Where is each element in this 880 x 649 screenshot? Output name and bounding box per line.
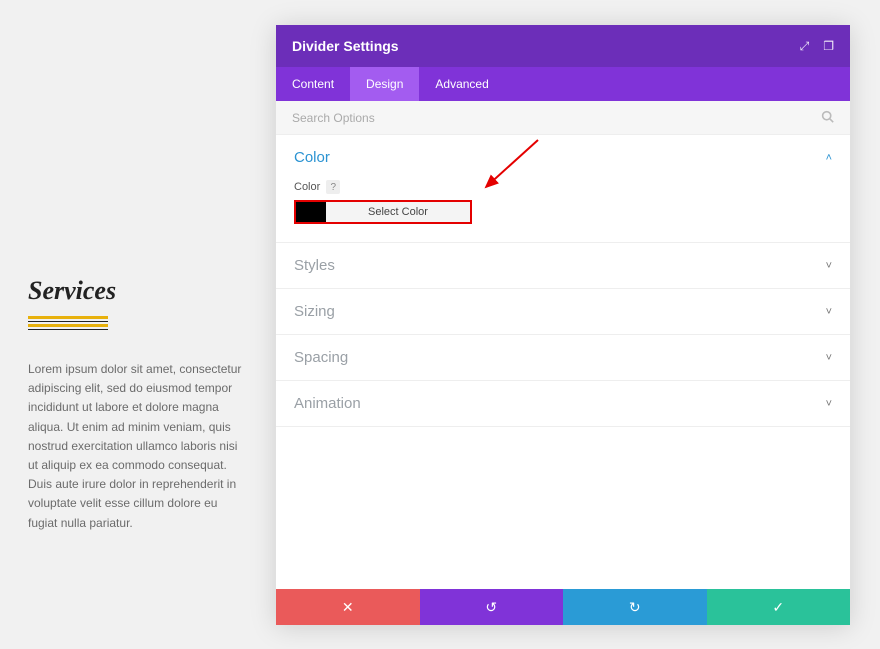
section-sizing-toggle[interactable]: Sizing ˅	[276, 289, 850, 334]
section-color-label: Color	[294, 149, 826, 166]
divider-preview	[28, 316, 108, 330]
panel-icon[interactable]: ❐	[823, 39, 834, 54]
settings-body: Color ˄ Color ? Select Color Styles ˅	[276, 135, 850, 589]
undo-icon: ↺	[485, 599, 497, 616]
chevron-down-icon: ˅	[826, 306, 832, 318]
section-sizing-label: Sizing	[294, 303, 826, 320]
preview-body-text: Lorem ipsum dolor sit amet, consectetur …	[28, 360, 246, 533]
section-color: Color ˄ Color ? Select Color	[276, 135, 850, 243]
chevron-down-icon: ˅	[826, 398, 832, 410]
tab-content[interactable]: Content	[276, 67, 350, 101]
section-sizing: Sizing ˅	[276, 289, 850, 335]
section-styles-toggle[interactable]: Styles ˅	[276, 243, 850, 288]
modal-header[interactable]: Divider Settings ⤢ ❐	[276, 25, 850, 67]
section-animation-toggle[interactable]: Animation ˅	[276, 381, 850, 426]
redo-button[interactable]: ↻	[563, 589, 707, 625]
section-styles: Styles ˅	[276, 243, 850, 289]
redo-icon: ↻	[629, 599, 641, 616]
section-animation: Animation ˅	[276, 381, 850, 427]
undo-button[interactable]: ↺	[420, 589, 564, 625]
section-color-toggle[interactable]: Color ˄	[276, 135, 850, 180]
modal-footer: ✕ ↺ ↻ ✓	[276, 589, 850, 625]
chevron-up-icon: ˄	[826, 152, 832, 164]
chevron-down-icon: ˅	[826, 352, 832, 364]
cancel-button[interactable]: ✕	[276, 589, 420, 625]
search-placeholder: Search Options	[292, 111, 375, 125]
save-button[interactable]: ✓	[707, 589, 851, 625]
help-icon[interactable]: ?	[326, 180, 340, 194]
expand-icon[interactable]: ⤢	[800, 39, 810, 54]
select-color-button[interactable]: Select Color	[294, 200, 472, 224]
section-spacing: Spacing ˅	[276, 335, 850, 381]
select-color-label: Select Color	[326, 202, 470, 222]
modal-title: Divider Settings	[292, 38, 800, 54]
tab-bar: Content Design Advanced	[276, 67, 850, 101]
close-icon: ✕	[342, 599, 354, 616]
preview-heading: Services	[28, 276, 246, 306]
section-animation-label: Animation	[294, 395, 826, 412]
search-row[interactable]: Search Options	[276, 101, 850, 135]
color-field-label: Color	[294, 181, 320, 193]
tab-advanced[interactable]: Advanced	[419, 67, 504, 101]
color-swatch	[296, 202, 326, 222]
page-preview: Services Lorem ipsum dolor sit amet, con…	[28, 276, 246, 533]
tab-design[interactable]: Design	[350, 67, 419, 101]
section-styles-label: Styles	[294, 257, 826, 274]
search-icon[interactable]	[821, 110, 834, 126]
divider-settings-modal: Divider Settings ⤢ ❐ Content Design Adva…	[276, 25, 850, 625]
section-spacing-toggle[interactable]: Spacing ˅	[276, 335, 850, 380]
chevron-down-icon: ˅	[826, 260, 832, 272]
section-spacing-label: Spacing	[294, 349, 826, 366]
check-icon: ✓	[772, 599, 784, 616]
